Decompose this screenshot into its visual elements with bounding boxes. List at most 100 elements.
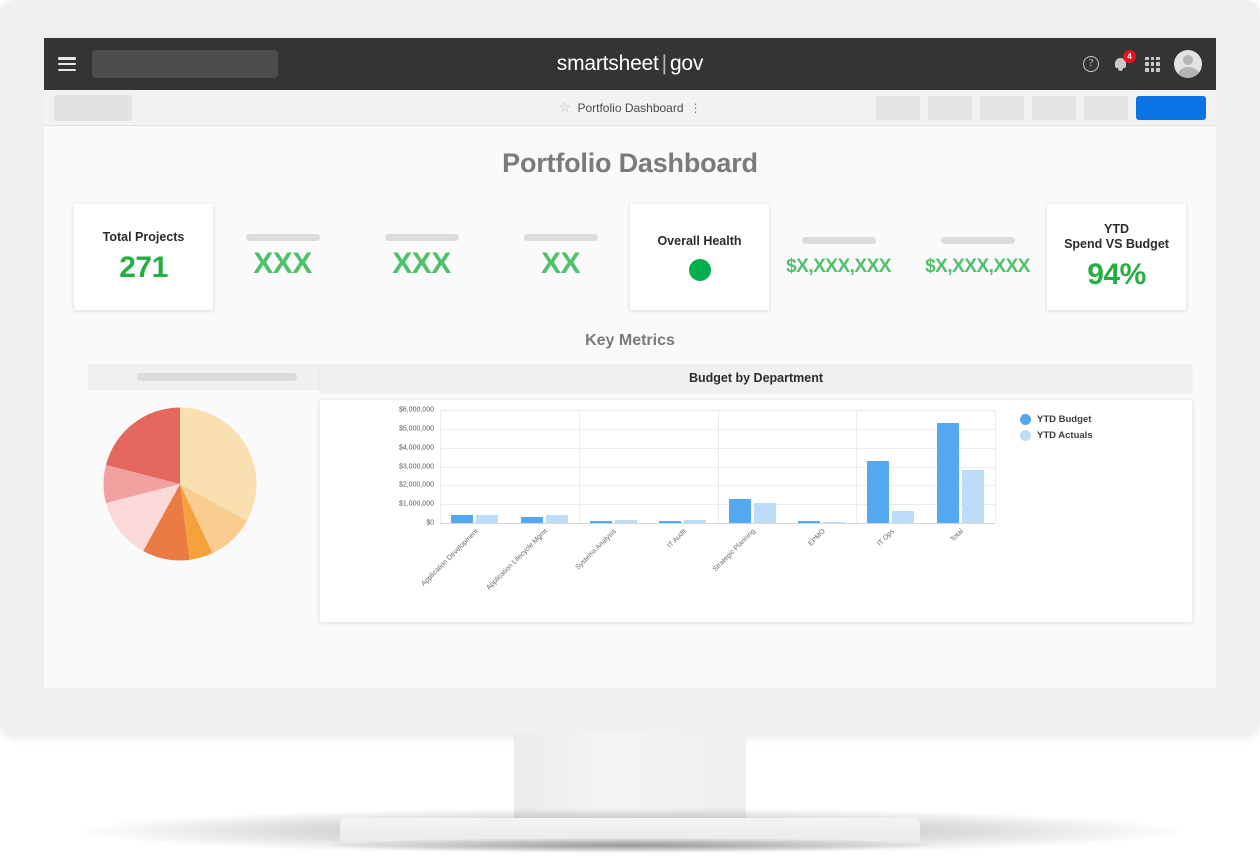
vertical-gridline [995,410,996,523]
panels-region: Budget by Department $6,000,000 $5,000,00… [44,364,1216,624]
help-glyph: ? [1083,56,1099,72]
toolbar-button-2[interactable] [928,95,972,120]
bar-ytd-budget [867,460,890,523]
y-axis-tick-label: $4,000,000 [398,444,434,452]
app-header: smartsheet | gov ? 4 [44,38,1216,90]
kpi-value: XXX [253,246,312,280]
bar-ytd-budget [936,423,959,523]
kpi-label-line2: Spend VS Budget [1064,237,1169,251]
toolbar-button-5[interactable] [1084,95,1128,120]
bar-ytd-actuals [545,515,568,523]
sheet-toolbar: ☆ Portfolio Dashboard ⋮ [44,90,1216,126]
kpi-value: 271 [119,250,168,284]
status-badge [688,258,711,281]
kpi-value: XX [540,246,581,280]
kpi-placeholder-1[interactable]: XXX [213,207,352,307]
legend-swatch [1020,430,1031,441]
legend-label: YTD Actuals [1037,430,1093,441]
favorite-star-icon[interactable]: ☆ [558,100,571,114]
hamburger-menu-icon[interactable] [58,57,76,71]
y-axis-tick-label: $6,000,000 [398,406,434,414]
kpi-row: Total Projects 271 XXX XXX XX Overall He… [74,204,1186,310]
x-axis-tick-label: EPMO [806,528,827,548]
kpi-label-placeholder [523,233,598,241]
y-axis-tick-label: $1,000,000 [398,500,434,508]
toolbar-actions [876,95,1206,120]
bar-ytd-actuals [892,511,915,523]
bar-ytd-budget [520,516,543,523]
budget-by-department-chart[interactable]: $6,000,000 $5,000,000 $4,000,000 $3,000,000… [320,400,1192,622]
gridline: $0 [426,520,995,527]
kpi-placeholder-2[interactable]: XXX [352,207,491,307]
kpi-total-projects[interactable]: Total Projects 271 [74,204,213,310]
bar-ytd-actuals [961,470,984,523]
kpi-overall-health[interactable]: Overall Health [630,204,769,310]
toolbar-button-1[interactable] [876,95,920,120]
x-axis-tick-label: Systems Analysis [574,528,619,572]
kpi-label-line1: YTD [1104,222,1129,236]
bar-group: EPMO [787,410,856,548]
kpi-value: 94% [1087,258,1146,291]
kpi-placeholder-5[interactable]: $X,XXX,XXX [908,207,1047,307]
left-panel-header[interactable] [88,364,346,390]
bar-ytd-actuals [476,514,499,523]
dashboard-canvas: Portfolio Dashboard Total Projects 271 X… [44,126,1216,688]
legend-item[interactable]: YTD Actuals [1020,430,1093,441]
app-launcher-icon[interactable] [1145,56,1160,72]
monitor-base-shadow [330,838,930,852]
avatar[interactable] [1174,50,1202,78]
legend-item[interactable]: YTD Budget [1020,414,1093,425]
kpi-placeholder-4[interactable]: $X,XXX,XXX [769,207,908,307]
legend-label: YTD Budget [1037,414,1092,425]
notification-badge: 4 [1123,50,1136,63]
brand-separator: | [661,52,667,75]
screen-viewport: smartsheet | gov ? 4 ☆ Portfolio Dashboa… [44,38,1216,688]
toolbar-button-3[interactable] [980,95,1024,120]
y-axis-tick-label: $2,000,000 [398,481,434,489]
bar-ytd-budget [451,514,474,523]
kpi-placeholder-3[interactable]: XX [491,207,630,307]
kpi-label-placeholder [384,233,459,241]
kpi-value: $X,XXX,XXX [925,255,1030,277]
help-icon[interactable]: ? [1083,56,1099,72]
kpi-value: $X,XXX,XXX [786,255,891,277]
primary-action-button[interactable] [1136,95,1206,120]
pie-chart[interactable] [102,406,258,562]
right-panel-title: Budget by Department [320,364,1192,392]
legend-swatch [1020,414,1031,425]
y-axis-tick-label: $3,000,000 [398,463,434,470]
x-axis-tick-label: IT Ops [876,528,896,548]
header-actions: ? 4 [1083,50,1202,78]
x-axis-tick-label: Total [949,528,966,544]
kpi-label-placeholder [245,233,320,241]
x-axis-tick-label: IT Audit [666,528,688,550]
chart-legend: YTD Budget YTD Actuals [1020,414,1093,446]
more-options-icon[interactable]: ⋮ [690,102,702,114]
x-axis-tick-label: Strategic Planning [712,528,758,574]
kpi-value: XXX [392,246,451,280]
kpi-ytd-spend-vs-budget[interactable]: YTD Spend VS Budget 94% [1047,204,1186,310]
bar-ytd-actuals [614,520,637,523]
tab-placeholder[interactable] [54,94,132,121]
bar-ytd-actuals [753,503,776,523]
bar-ytd-budget [589,520,612,523]
kpi-label-placeholder [940,236,1015,244]
bar-ytd-actuals [823,521,846,523]
kpi-label: Overall Health [657,233,742,248]
bar-group: Strategic Planning [712,410,787,573]
bar-ytd-budget [659,520,682,523]
bar-group: Total [926,410,995,543]
bar-ytd-budget [728,499,751,523]
bar-group: IT Ops [856,410,925,548]
section-heading-key-metrics: Key Metrics [585,332,675,349]
brand-edition: gov [669,52,704,75]
kpi-label: Total Projects [102,229,185,244]
y-axis-tick-label: $0 [426,519,434,527]
monitor-mockup: smartsheet | gov ? 4 ☆ Portfolio Dashboa… [0,0,1260,860]
search-input[interactable] [92,50,278,78]
bar-group: Application Development [420,410,509,588]
toolbar-button-4[interactable] [1032,95,1076,120]
notifications-bell-icon[interactable]: 4 [1113,50,1136,73]
bar-ytd-actuals [684,520,707,523]
bar-group: Systems Analysis [575,410,648,571]
